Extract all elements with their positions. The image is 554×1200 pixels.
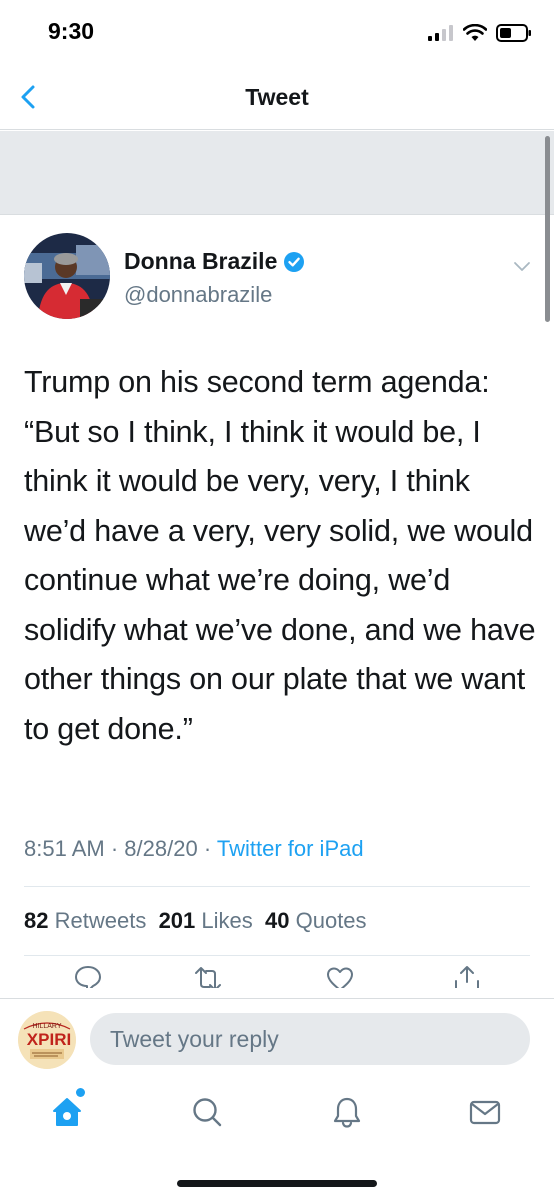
messages-icon[interactable] bbox=[468, 1095, 502, 1129]
author-name[interactable]: Donna Brazile bbox=[124, 248, 305, 275]
verified-badge-icon bbox=[284, 251, 305, 272]
author-handle[interactable]: @donnabrazile bbox=[124, 282, 272, 308]
chevron-down-icon[interactable] bbox=[510, 254, 534, 278]
reply-icon[interactable] bbox=[73, 964, 103, 988]
home-indicator bbox=[177, 1180, 377, 1187]
navigation-bar: Tweet bbox=[0, 64, 554, 130]
likes-label: Likes bbox=[201, 908, 253, 933]
tweet-date: 8/28/20 bbox=[124, 836, 198, 861]
quotes-count: 40 bbox=[265, 908, 290, 933]
tweet-time: 8:51 AM bbox=[24, 836, 105, 861]
divider bbox=[24, 886, 530, 887]
retweet-icon[interactable] bbox=[193, 964, 223, 988]
status-icons bbox=[428, 21, 532, 45]
scroll-indicator bbox=[545, 136, 550, 322]
tweet-stats: 82 Retweets 201 Likes 40 Quotes bbox=[24, 908, 367, 934]
notifications-icon[interactable] bbox=[330, 1095, 364, 1129]
svg-text:HILLARY: HILLARY bbox=[32, 1023, 61, 1030]
meta-separator: · bbox=[110, 836, 119, 861]
search-icon[interactable] bbox=[190, 1095, 224, 1129]
cellular-signal-icon bbox=[428, 25, 453, 41]
like-icon[interactable] bbox=[325, 964, 355, 988]
header-band bbox=[0, 131, 554, 215]
retweets-count: 82 bbox=[24, 908, 49, 933]
tweet-text: Trump on his second term agenda: “But so… bbox=[24, 365, 536, 746]
meta-separator: · bbox=[203, 836, 212, 861]
likes-count: 201 bbox=[158, 908, 196, 933]
likes-stat[interactable]: 201 Likes bbox=[159, 908, 253, 933]
avatar-image bbox=[24, 233, 110, 319]
author-avatar[interactable] bbox=[24, 233, 110, 319]
author-name-text: Donna Brazile bbox=[124, 248, 278, 274]
battery-icon bbox=[496, 24, 531, 42]
wifi-icon bbox=[463, 24, 487, 41]
tweet-source-link[interactable]: Twitter for iPad bbox=[217, 836, 364, 861]
tweet-actions bbox=[0, 956, 554, 988]
retweets-label: Retweets bbox=[54, 908, 147, 933]
svg-text:XPIRI: XPIRI bbox=[27, 1030, 71, 1049]
retweets-stat[interactable]: 82 Retweets bbox=[24, 908, 146, 933]
share-icon[interactable] bbox=[452, 964, 482, 988]
home-icon[interactable] bbox=[50, 1095, 84, 1129]
quotes-label: Quotes bbox=[295, 908, 367, 933]
status-time: 9:30 bbox=[48, 18, 95, 44]
new-content-indicator bbox=[76, 1088, 85, 1097]
reply-input[interactable] bbox=[90, 1013, 530, 1065]
user-avatar[interactable]: HILLARY XPIRI bbox=[18, 1011, 76, 1069]
tweet-meta: 8:51 AM · 8/28/20 · Twitter for iPad bbox=[24, 836, 364, 862]
quotes-stat[interactable]: 40 Quotes bbox=[265, 908, 367, 933]
page-title: Tweet bbox=[245, 84, 309, 110]
reply-bar: HILLARY XPIRI bbox=[0, 998, 554, 1082]
avatar-image: HILLARY XPIRI bbox=[18, 1011, 76, 1069]
status-bar: 9:30 bbox=[0, 0, 554, 64]
